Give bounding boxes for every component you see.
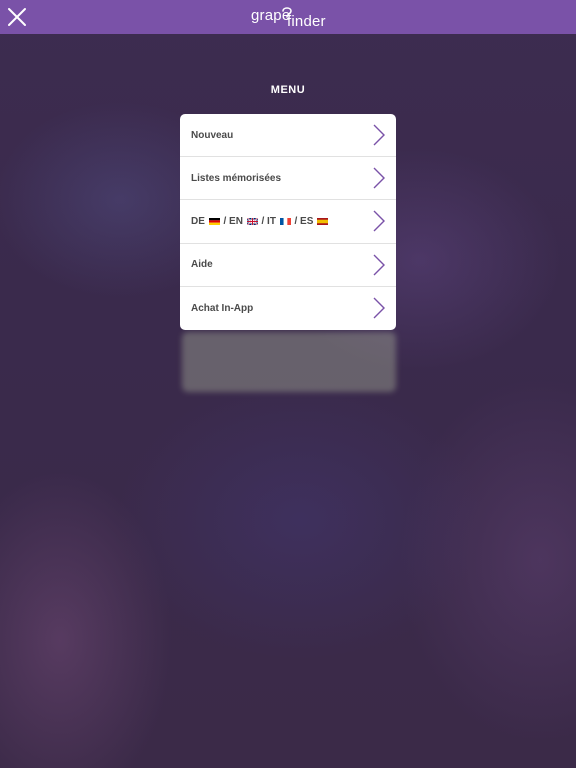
- menu-item-label: Nouveau: [191, 129, 234, 141]
- close-button[interactable]: [7, 7, 27, 27]
- menu-item-language[interactable]: DE / EN / IT / ES: [180, 200, 396, 244]
- chevron-right-icon: [373, 167, 385, 189]
- chevron-right-icon: [373, 124, 385, 146]
- app-logo: grape finder: [240, 3, 336, 31]
- chevron-right-icon: [373, 297, 385, 319]
- menu-item-label: Aide: [191, 259, 213, 271]
- uk-flag-icon: [246, 217, 258, 225]
- menu-title: MENU: [270, 84, 306, 96]
- blurred-background-card: [182, 332, 396, 392]
- language-en-label: / EN: [223, 215, 243, 227]
- close-icon: [8, 8, 26, 26]
- fr-flag-icon: [279, 217, 291, 225]
- menu-item-label: Achat In-App: [191, 302, 254, 314]
- menu-item-listes-memorisees[interactable]: Listes mémorisées: [180, 157, 396, 201]
- menu-item-label: Listes mémorisées: [191, 172, 282, 184]
- language-es-label: / ES: [294, 215, 314, 227]
- menu-list: Nouveau Listes mémorisées DE / EN / IT /…: [180, 114, 396, 330]
- menu-item-nouveau[interactable]: Nouveau: [180, 114, 396, 158]
- chevron-right-icon: [373, 210, 385, 232]
- es-flag-icon: [317, 217, 329, 225]
- chevron-right-icon: [373, 254, 385, 276]
- language-de-label: DE: [191, 215, 205, 227]
- menu-item-achat-in-app[interactable]: Achat In-App: [180, 287, 396, 330]
- logo-text-finder: finder: [287, 13, 326, 30]
- de-flag-icon: [208, 217, 220, 225]
- menu-item-aide[interactable]: Aide: [180, 244, 396, 287]
- menu-item-label: DE / EN / IT / ES: [191, 216, 329, 227]
- language-it-label: / IT: [261, 215, 276, 227]
- header-bar: grape finder: [0, 0, 576, 34]
